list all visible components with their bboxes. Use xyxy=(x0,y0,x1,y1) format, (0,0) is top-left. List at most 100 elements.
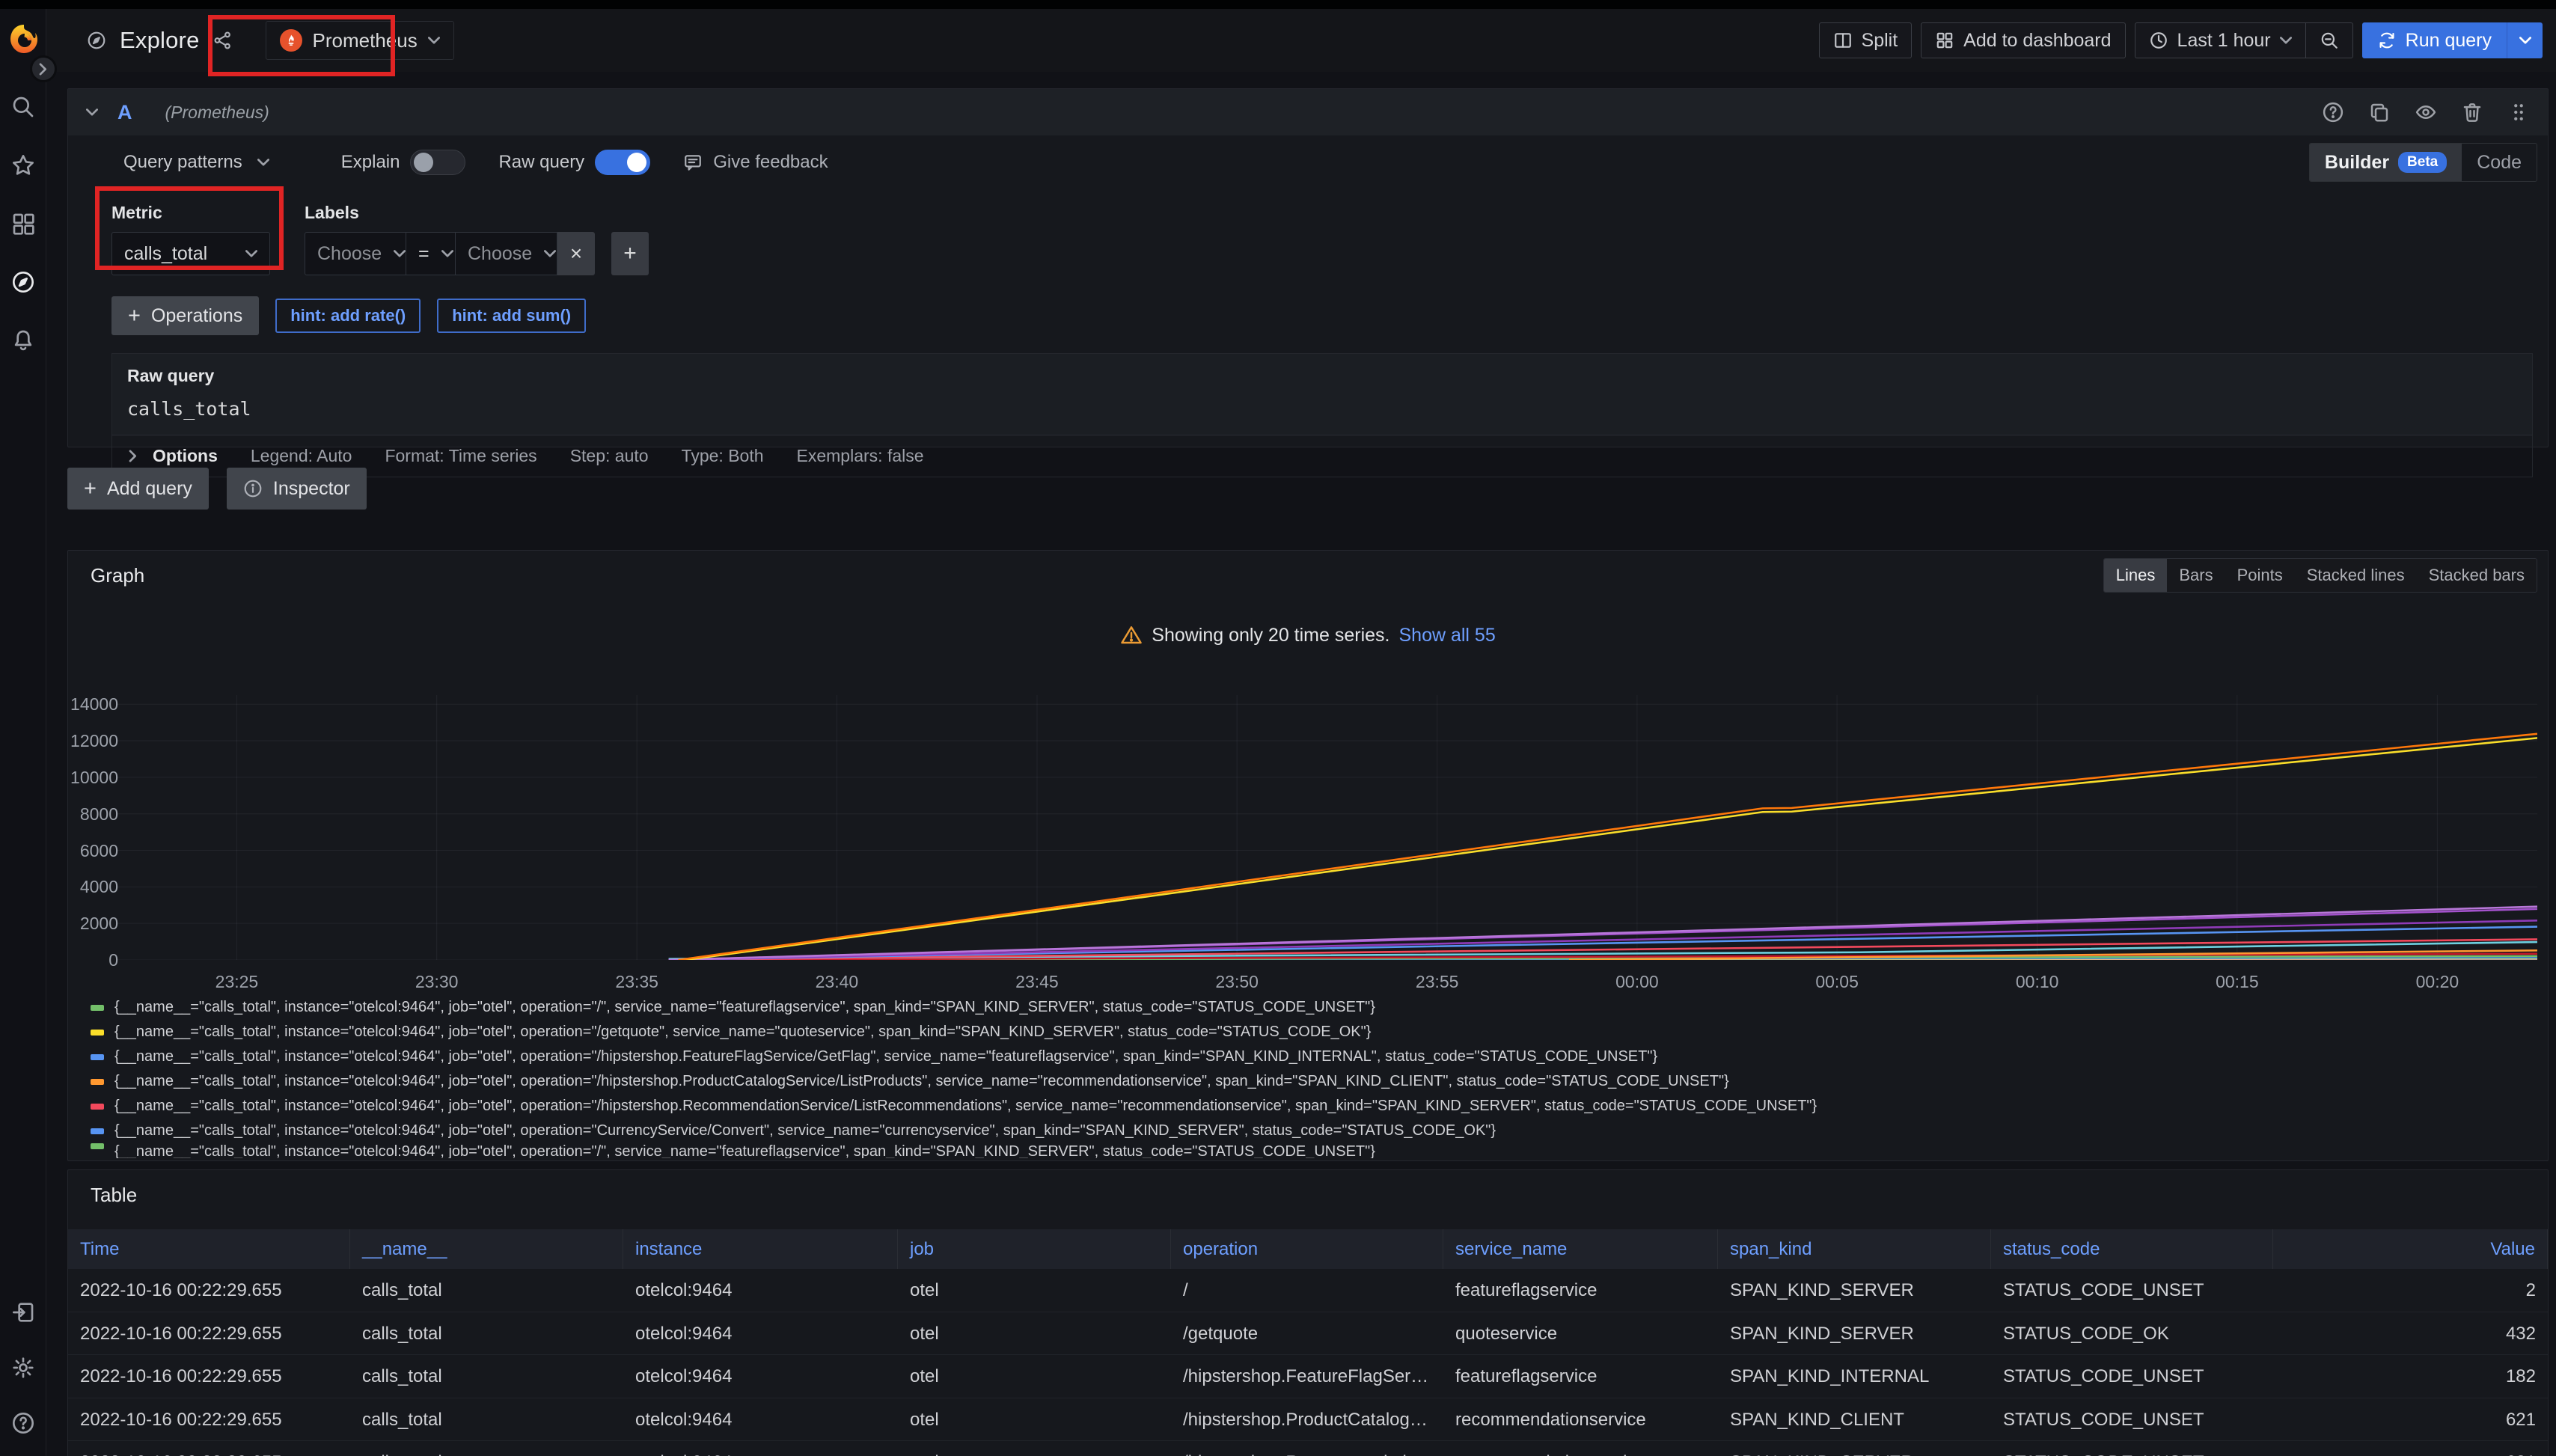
query-patterns-dropdown[interactable]: Query patterns xyxy=(123,152,269,173)
page-title: Explore xyxy=(120,27,200,54)
label-key-select[interactable]: Choose xyxy=(305,232,406,275)
column-header-Value[interactable]: Value xyxy=(2273,1229,2548,1269)
raw-query-toggle[interactable] xyxy=(595,150,650,175)
sidebar-expand-button[interactable] xyxy=(30,55,57,82)
table-cell: calls_total xyxy=(350,1269,623,1312)
operations-row: + Operations hint: add rate() hint: add … xyxy=(111,296,2548,335)
alerting-bell-icon[interactable] xyxy=(11,328,35,352)
column-header-spankind[interactable]: span_kind xyxy=(1718,1229,1991,1269)
time-series-chart[interactable] xyxy=(117,695,2537,960)
grafana-logo[interactable] xyxy=(7,22,40,55)
query-header[interactable]: A (Prometheus) xyxy=(68,89,2548,135)
table-cell: SPAN_KIND_CLIENT xyxy=(1718,1398,1991,1441)
hint-add-sum-button[interactable]: hint: add sum() xyxy=(437,299,586,333)
explore-compass-icon[interactable] xyxy=(11,270,35,294)
query-toolbar: Query patterns Explain Raw query Give fe… xyxy=(123,141,2537,183)
split-button[interactable]: Split xyxy=(1819,22,1913,58)
help-icon[interactable] xyxy=(11,1411,35,1435)
table-cell: otel xyxy=(898,1441,1171,1456)
settings-gear-icon[interactable] xyxy=(11,1356,35,1380)
query-options-row: Options Legend: AutoFormat: Time seriesS… xyxy=(111,435,2533,477)
drag-handle-icon[interactable] xyxy=(2507,101,2530,123)
label-operator-select[interactable]: = xyxy=(406,232,456,275)
chevron-down-icon xyxy=(86,108,98,117)
metric-select[interactable]: calls_total xyxy=(111,232,270,275)
refresh-icon xyxy=(2377,31,2397,50)
table-cell: / xyxy=(1171,1269,1443,1312)
column-header-Time[interactable]: Time xyxy=(68,1229,350,1269)
remove-label-filter-button[interactable]: × xyxy=(557,232,595,275)
options-toggle[interactable]: Options xyxy=(127,446,218,466)
graph-mode-points[interactable]: Points xyxy=(2225,559,2295,592)
column-header-instance[interactable]: instance xyxy=(623,1229,898,1269)
legend-item[interactable]: {__name__="calls_total", instance="otelc… xyxy=(91,1020,2540,1044)
share-icon[interactable] xyxy=(213,31,233,50)
chevron-right-icon xyxy=(129,450,138,462)
dashboards-icon[interactable] xyxy=(11,212,35,236)
explore-compass-icon xyxy=(87,31,106,50)
query-help-icon[interactable] xyxy=(2322,101,2344,123)
explain-toggle[interactable] xyxy=(410,150,465,175)
add-to-dashboard-button[interactable]: Add to dashboard xyxy=(1921,22,2125,58)
raw-query-value: calls_total xyxy=(127,398,2517,420)
table-cell: otel xyxy=(898,1355,1171,1398)
add-label-filter-button[interactable]: + xyxy=(611,232,649,275)
table-cell: 621 xyxy=(2273,1441,2548,1456)
run-query-dropdown[interactable] xyxy=(2507,22,2543,58)
legend-item[interactable]: {__name__="calls_total", instance="otelc… xyxy=(91,1069,2540,1094)
legend-item[interactable]: {__name__="calls_total", instance="otelc… xyxy=(91,1094,2540,1119)
x-axis-tick: 00:05 xyxy=(1815,972,1859,992)
time-range-button[interactable]: Last 1 hour xyxy=(2135,22,2305,58)
table-cell: /hipstershop.ProductCatalogService/ListP… xyxy=(1171,1398,1443,1441)
column-header-servicename[interactable]: service_name xyxy=(1443,1229,1718,1269)
option-summary-item: Type: Both xyxy=(682,446,764,466)
table-panel-title: Table xyxy=(91,1184,137,1207)
split-icon xyxy=(1833,31,1853,50)
legend-item[interactable]: {__name__="calls_total", instance="otelc… xyxy=(91,1143,2540,1158)
comment-icon xyxy=(683,153,703,172)
column-header-operation[interactable]: operation xyxy=(1171,1229,1443,1269)
graph-mode-bars[interactable]: Bars xyxy=(2167,559,2225,592)
prometheus-icon xyxy=(280,29,302,52)
metric-field-group: Metric calls_total xyxy=(111,203,270,275)
add-operation-button[interactable]: + Operations xyxy=(111,296,259,335)
legend-item[interactable]: {__name__="calls_total", instance="otelc… xyxy=(91,1044,2540,1069)
table-cell: otelcol:9464 xyxy=(623,1312,898,1355)
editor-mode-switch: Builder Beta Code xyxy=(2309,143,2537,182)
legend-item[interactable]: {__name__="calls_total", instance="otelc… xyxy=(91,995,2540,1020)
datasource-picker[interactable]: Prometheus xyxy=(266,21,454,60)
run-query-button[interactable]: Run query xyxy=(2362,22,2543,58)
column-header-statuscode[interactable]: status_code xyxy=(1991,1229,2273,1269)
search-icon[interactable] xyxy=(11,95,35,119)
table-cell: calls_total xyxy=(350,1441,623,1456)
graph-mode-stacked-lines[interactable]: Stacked lines xyxy=(2295,559,2417,592)
duplicate-query-icon[interactable] xyxy=(2368,101,2391,123)
show-all-series-link[interactable]: Show all 55 xyxy=(1398,625,1495,646)
inspector-button[interactable]: Inspector xyxy=(227,468,367,510)
graph-mode-stacked-bars[interactable]: Stacked bars xyxy=(2417,559,2537,592)
hide-query-eye-icon[interactable] xyxy=(2415,101,2437,123)
column-header-name[interactable]: __name__ xyxy=(350,1229,623,1269)
x-axis-tick: 23:35 xyxy=(615,972,658,992)
star-icon[interactable] xyxy=(11,153,35,177)
table-row: 2022-10-16 00:22:29.655calls_totalotelco… xyxy=(68,1269,2548,1312)
table-cell: SPAN_KIND_SERVER xyxy=(1718,1269,1991,1312)
x-axis-tick: 00:10 xyxy=(2016,972,2059,992)
delete-query-trash-icon[interactable] xyxy=(2461,101,2483,123)
legend-item[interactable]: {__name__="calls_total", instance="otelc… xyxy=(91,1119,2540,1143)
legend-label: {__name__="calls_total", instance="otelc… xyxy=(114,1098,1817,1115)
table-cell: 2022-10-16 00:22:29.655 xyxy=(68,1269,350,1312)
sign-in-icon[interactable] xyxy=(11,1300,35,1324)
add-query-button[interactable]: + Add query xyxy=(67,468,209,510)
hint-add-rate-button[interactable]: hint: add rate() xyxy=(275,299,421,333)
give-feedback-link[interactable]: Give feedback xyxy=(683,152,828,173)
zoom-out-button[interactable] xyxy=(2305,22,2353,58)
builder-mode-button[interactable]: Builder Beta xyxy=(2310,144,2462,181)
raw-query-toggle-group: Raw query xyxy=(498,150,650,175)
label-value-select[interactable]: Choose xyxy=(456,232,557,275)
table-cell: STATUS_CODE_OK xyxy=(1991,1312,2273,1355)
graph-mode-lines[interactable]: Lines xyxy=(2104,559,2168,592)
code-mode-button[interactable]: Code xyxy=(2462,144,2537,181)
option-summary-item: Step: auto xyxy=(570,446,649,466)
column-header-job[interactable]: job xyxy=(898,1229,1171,1269)
